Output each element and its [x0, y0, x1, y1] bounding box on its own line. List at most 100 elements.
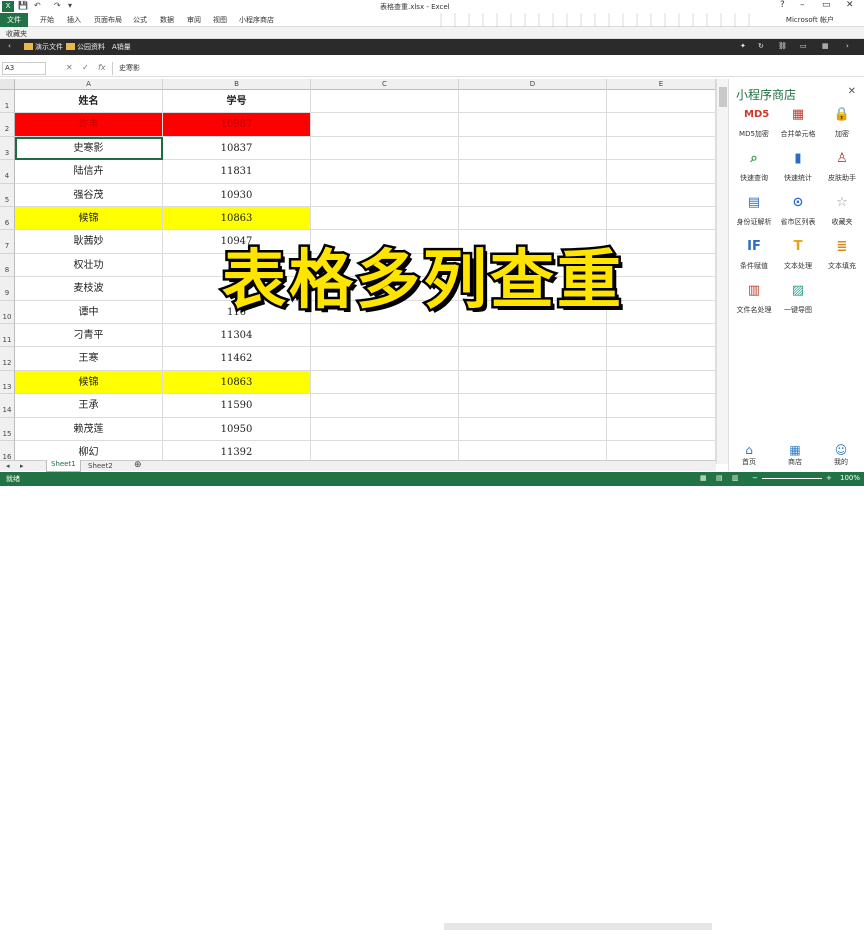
pin-icon[interactable]: ✦ [740, 42, 746, 50]
confirm-icon[interactable]: ✓ [82, 63, 89, 72]
cell-empty[interactable] [459, 113, 607, 137]
tab-data[interactable]: 数据 [160, 15, 174, 25]
cell-empty[interactable] [459, 347, 607, 371]
row-header[interactable]: 4 [0, 160, 15, 184]
cell-name[interactable]: 谭中 [15, 300, 163, 324]
minimize-icon[interactable]: – [800, 0, 805, 10]
forward-icon[interactable]: › [846, 42, 849, 50]
column-header-b[interactable]: B [163, 79, 311, 90]
cell-name[interactable]: 赖茂莲 [15, 417, 163, 441]
tool-if[interactable]: IF 条件赋值 [734, 237, 774, 277]
undo-icon[interactable]: ↶ [34, 1, 41, 10]
cell-empty[interactable] [311, 347, 459, 371]
cell-empty[interactable] [311, 113, 459, 137]
cell-empty[interactable] [311, 90, 459, 114]
cell-name[interactable]: 刁青平 [15, 324, 163, 348]
help-icon[interactable]: ? [780, 0, 785, 10]
row-header[interactable]: 2 [0, 113, 15, 137]
tool-shirt[interactable]: ♙ 皮肤助手 [822, 149, 862, 189]
tool-lock[interactable]: 🔒 加密 [822, 105, 862, 145]
favorite-file[interactable]: A销量 [112, 42, 131, 52]
close-icon[interactable]: ✕ [846, 0, 854, 10]
row-header[interactable]: 9 [0, 277, 15, 301]
panel-close-icon[interactable]: ✕ [848, 86, 856, 97]
row-header[interactable]: 13 [0, 370, 15, 395]
cell-id[interactable]: 10930 [163, 183, 311, 207]
cell-id[interactable]: 11590 [163, 394, 311, 418]
panel-nav-user[interactable]: ☺ 我的 [821, 443, 861, 467]
tool-text-t[interactable]: T 文本处理 [778, 237, 818, 277]
cell-id[interactable]: 10863 [163, 370, 311, 395]
sheet-tab-2[interactable]: Sheet2 [88, 462, 113, 470]
cell-name[interactable]: 耿茜妙 [15, 230, 163, 254]
cell-empty[interactable] [459, 370, 607, 395]
cell-empty[interactable] [607, 136, 716, 161]
refresh-icon[interactable]: ↻ [758, 42, 764, 50]
row-header[interactable]: 5 [0, 183, 15, 207]
row-header[interactable]: 1 [0, 90, 15, 114]
cell-empty[interactable] [311, 324, 459, 348]
column-header-e[interactable]: E [607, 79, 716, 90]
cell-id[interactable]: 10950 [163, 417, 311, 441]
favorite-folder-1[interactable]: 演示文件 [24, 42, 63, 52]
cell-empty[interactable] [459, 417, 607, 441]
tab-page-layout[interactable]: 页面布局 [94, 15, 122, 25]
tool-bar-chart[interactable]: ▮ 快速统计 [778, 149, 818, 189]
cell-empty[interactable] [607, 207, 716, 231]
cell-name[interactable]: 史寒影 [15, 136, 163, 161]
tool-search[interactable]: ⌕ 快速查询 [734, 149, 774, 189]
cell-empty[interactable] [459, 183, 607, 207]
cell-empty[interactable] [607, 417, 716, 441]
cell-empty[interactable] [311, 160, 459, 184]
tab-view[interactable]: 视图 [213, 15, 227, 25]
tool-id-card[interactable]: ▤ 身份证解析 [734, 193, 774, 233]
tab-insert[interactable]: 插入 [67, 15, 81, 25]
column-header-a[interactable]: A [15, 79, 163, 90]
zoom-slider[interactable] [762, 478, 822, 479]
column-header-d[interactable]: D [459, 79, 607, 90]
window-icon[interactable]: ▭ [800, 42, 807, 50]
cell-id[interactable]: 11462 [163, 347, 311, 371]
column-header-c[interactable]: C [311, 79, 459, 90]
page-break-view-icon[interactable]: ▥ [732, 474, 739, 482]
row-header[interactable]: 12 [0, 347, 15, 371]
cell-empty[interactable] [311, 183, 459, 207]
cell-empty[interactable] [607, 90, 716, 114]
zoom-level[interactable]: 100% [840, 474, 860, 482]
cell-empty[interactable] [607, 183, 716, 207]
row-header[interactable]: 14 [0, 394, 15, 418]
cell-name[interactable]: 强谷茂 [15, 183, 163, 207]
cancel-icon[interactable]: ✕ [66, 63, 73, 72]
tool-merge-cells[interactable]: ▦ 合并单元格 [778, 105, 818, 145]
row-header[interactable]: 15 [0, 417, 15, 441]
cell-id[interactable]: 10837 [163, 136, 311, 161]
sheet-next-icon[interactable]: ▸ [20, 462, 24, 470]
cell-id[interactable]: 11304 [163, 324, 311, 348]
cell-empty[interactable] [459, 136, 607, 161]
horizontal-scrollbar[interactable] [444, 923, 712, 930]
cell-empty[interactable] [459, 324, 607, 348]
cell-id[interactable]: 10863 [163, 207, 311, 231]
row-header[interactable]: 7 [0, 230, 15, 254]
tab-mini-program-store[interactable]: 小程序商店 [239, 15, 274, 25]
formula-input[interactable]: 史寒影 [112, 62, 862, 75]
save-icon[interactable]: 💾 [18, 1, 28, 10]
row-header[interactable]: 6 [0, 207, 15, 231]
grid-icon[interactable]: ▦ [822, 42, 829, 50]
link-icon[interactable]: ⛓ [778, 42, 787, 50]
cell-empty[interactable] [311, 370, 459, 395]
cell-name[interactable]: 权壮功 [15, 253, 163, 278]
back-icon[interactable]: ‹ [8, 42, 11, 50]
insert-function-icon[interactable]: fx [98, 63, 106, 72]
tool-md5[interactable]: MD5 MD5加密 [734, 105, 774, 145]
cell-empty[interactable] [311, 394, 459, 418]
cell-id[interactable]: 11831 [163, 160, 311, 184]
row-header[interactable]: 8 [0, 253, 15, 278]
scrollbar-thumb[interactable] [719, 87, 727, 107]
cell-name[interactable]: 许丰 [15, 113, 163, 137]
add-sheet-icon[interactable]: ⊕ [134, 460, 142, 470]
customize-qat-icon[interactable]: ▾ [68, 1, 72, 10]
cell-empty[interactable] [459, 90, 607, 114]
cell-empty[interactable] [459, 394, 607, 418]
restore-icon[interactable]: ▭ [822, 0, 831, 10]
